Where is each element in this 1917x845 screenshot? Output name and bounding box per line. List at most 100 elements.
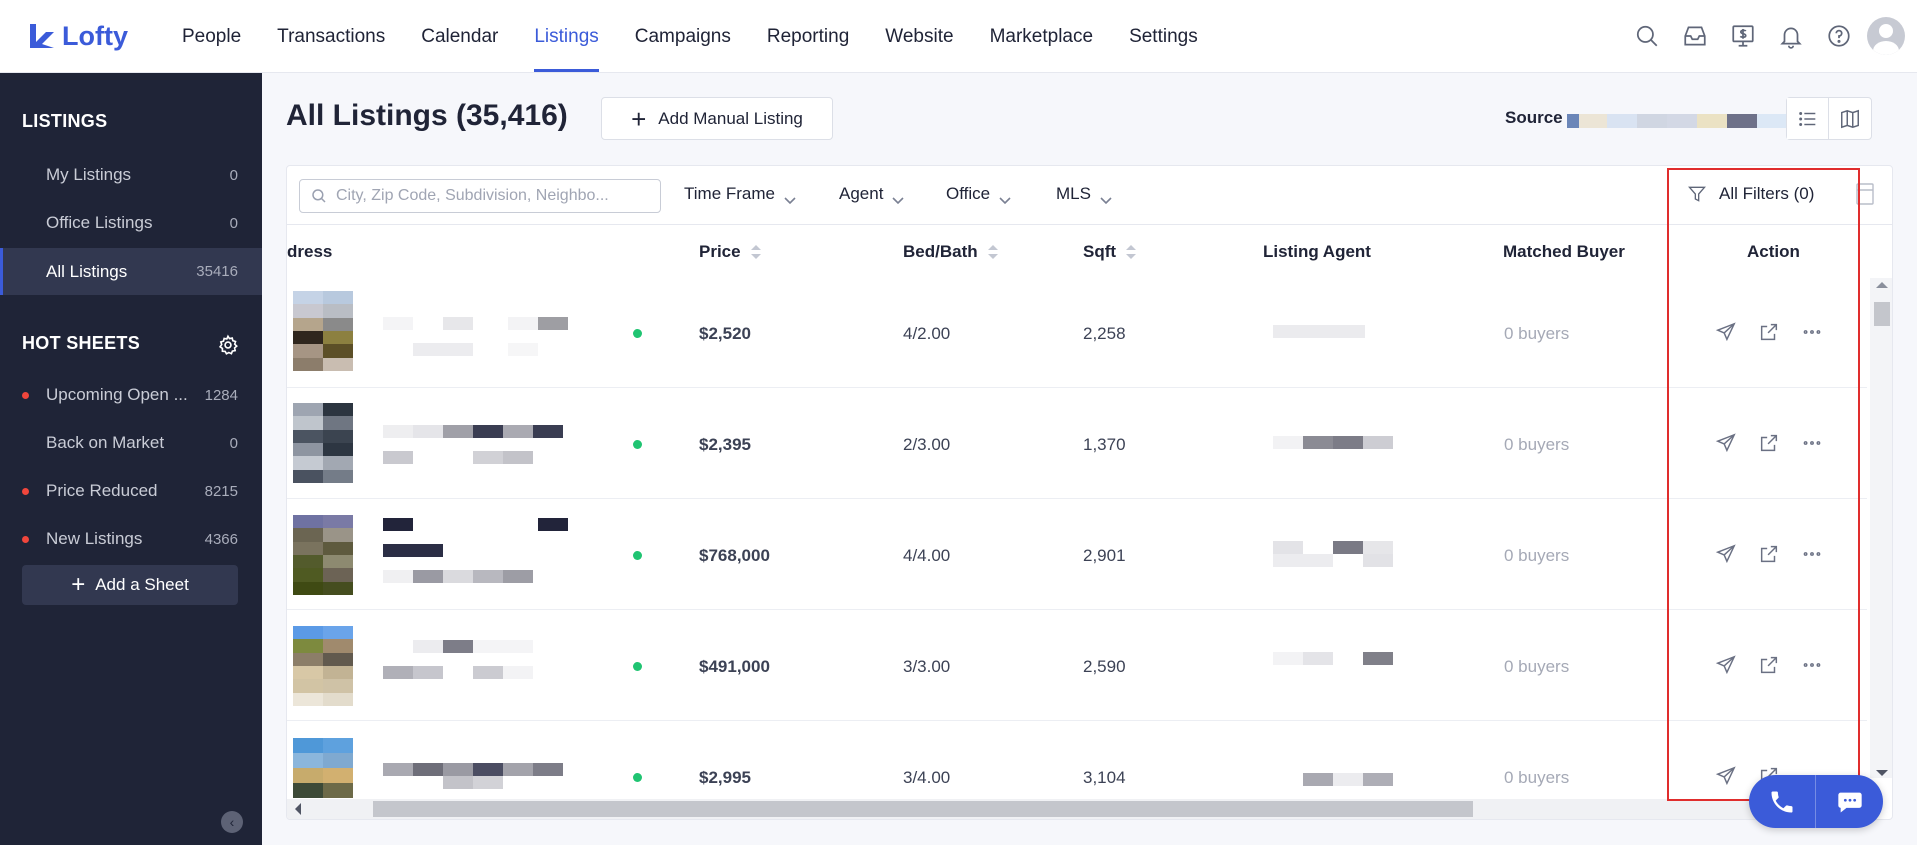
plus-icon: + — [631, 103, 647, 134]
office-filter[interactable]: Office — [946, 184, 1011, 205]
floating-contact-widget — [1749, 775, 1883, 828]
send-icon[interactable] — [1715, 765, 1739, 789]
col-header-address[interactable]: dress — [287, 242, 332, 262]
all-filters-button[interactable]: All Filters (0) — [1687, 184, 1814, 204]
listing-thumbnail[interactable] — [293, 403, 353, 483]
col-header-bedbath[interactable]: Bed/Bath — [903, 242, 998, 262]
listing-thumbnail[interactable] — [293, 626, 353, 706]
red-dot-indicator — [22, 487, 29, 495]
bedbath-cell: 4/2.00 — [903, 324, 951, 343]
sidebar-item-my-listings[interactable]: My Listings 0 — [0, 153, 262, 197]
sort-icon[interactable] — [1126, 243, 1137, 261]
status-dot — [633, 551, 642, 560]
table-row[interactable]: $491,000 3/3.00 2,590 0 buyers — [287, 610, 1867, 721]
matched-buyers-cell[interactable]: 0 buyers — [1504, 657, 1569, 677]
share-icon[interactable] — [1758, 321, 1782, 345]
more-icon[interactable] — [1801, 654, 1825, 678]
table-row[interactable]: $2,395 2/3.00 1,370 0 buyers — [287, 388, 1867, 499]
chevron-down-icon — [999, 190, 1011, 205]
send-icon[interactable] — [1715, 543, 1739, 567]
sidebar-item-new-listings[interactable]: New Listings 4366 — [0, 517, 262, 561]
more-icon[interactable] — [1801, 543, 1825, 567]
col-header-price[interactable]: Price — [699, 242, 761, 262]
nav-calendar[interactable]: Calendar — [421, 0, 498, 72]
nav-people[interactable]: People — [182, 0, 241, 72]
matched-buyers-cell[interactable]: 0 buyers — [1504, 768, 1569, 788]
more-icon[interactable] — [1801, 321, 1825, 345]
horizontal-scrollbar[interactable] — [287, 799, 1870, 819]
add-manual-listing-button[interactable]: + Add Manual Listing — [601, 97, 833, 140]
send-icon[interactable] — [1715, 432, 1739, 456]
inbox-icon[interactable] — [1675, 16, 1715, 56]
bell-icon[interactable] — [1771, 16, 1811, 56]
listing-thumbnail[interactable] — [293, 738, 353, 798]
share-icon[interactable] — [1758, 654, 1782, 678]
search-box[interactable] — [299, 179, 661, 213]
status-dot — [633, 329, 642, 338]
sort-icon[interactable] — [987, 243, 998, 261]
list-view-icon[interactable] — [1787, 98, 1830, 139]
sort-icon[interactable] — [750, 243, 761, 261]
nav-listings[interactable]: Listings — [534, 0, 600, 72]
office-label: Office — [946, 184, 991, 203]
share-icon[interactable] — [1758, 432, 1782, 456]
send-icon[interactable] — [1715, 321, 1739, 345]
collapse-sidebar-icon[interactable]: ‹ — [221, 811, 243, 833]
sidebar-item-upcoming-open[interactable]: Upcoming Open ... 1284 — [0, 373, 262, 417]
more-icon[interactable] — [1801, 432, 1825, 456]
horizontal-scroll-thumb[interactable] — [373, 801, 1473, 817]
nav-website[interactable]: Website — [885, 0, 953, 72]
send-icon[interactable] — [1715, 654, 1739, 678]
table-row[interactable]: $2,520 4/2.00 2,258 0 buyers — [287, 277, 1867, 388]
matched-buyers-cell[interactable]: 0 buyers — [1504, 324, 1569, 344]
matched-buyers-cell[interactable]: 0 buyers — [1504, 435, 1569, 455]
sidebar-item-all-listings[interactable]: All Listings 35416 — [0, 248, 262, 295]
sidebar-item-back-on-market[interactable]: Back on Market 0 — [0, 421, 262, 465]
price-cell: $2,995 — [699, 768, 751, 787]
table-row[interactable]: $768,000 4/4.00 2,901 0 buyers — [287, 499, 1867, 610]
chevron-down-icon — [892, 190, 905, 205]
map-view-icon[interactable] — [1829, 98, 1871, 139]
listing-thumbnail[interactable] — [293, 291, 353, 371]
add-sheet-button[interactable]: + Add a Sheet — [22, 565, 238, 605]
lofty-logo[interactable]: Lofty — [26, 20, 128, 52]
mls-filter[interactable]: MLS — [1056, 184, 1112, 205]
nav-reporting[interactable]: Reporting — [767, 0, 849, 72]
source-color-bar[interactable] — [1567, 114, 1787, 128]
sidebar-item-price-reduced[interactable]: Price Reduced 8215 — [0, 469, 262, 513]
chat-icon[interactable] — [1816, 775, 1883, 828]
search-icon[interactable] — [1627, 16, 1667, 56]
sidebar-item-count: 8215 — [204, 482, 238, 500]
vertical-scroll-thumb[interactable] — [1874, 302, 1890, 326]
listing-thumbnail[interactable] — [293, 515, 353, 595]
nav-marketplace[interactable]: Marketplace — [990, 0, 1094, 72]
col-header-sqft-label: Sqft — [1083, 242, 1117, 261]
export-icon[interactable] — [1855, 182, 1875, 206]
sidebar: LISTINGS My Listings 0 Office Listings 0… — [0, 73, 262, 845]
avatar[interactable] — [1867, 17, 1905, 55]
nav-settings[interactable]: Settings — [1129, 0, 1198, 72]
share-icon[interactable] — [1758, 543, 1782, 567]
funnel-icon — [1688, 186, 1706, 202]
add-sheet-label: Add a Sheet — [95, 575, 189, 594]
scroll-up-arrow[interactable] — [1876, 282, 1888, 288]
bedbath-cell: 3/3.00 — [903, 657, 951, 676]
dollar-screen-icon[interactable] — [1723, 16, 1763, 56]
scroll-left-arrow[interactable] — [295, 803, 301, 815]
sidebar-item-office-listings[interactable]: Office Listings 0 — [0, 201, 262, 245]
agent-filter[interactable]: Agent — [839, 184, 905, 205]
sidebar-item-count: 1284 — [204, 386, 238, 404]
search-input[interactable] — [336, 187, 656, 205]
matched-buyers-cell[interactable]: 0 buyers — [1504, 546, 1569, 566]
phone-icon[interactable] — [1749, 775, 1816, 828]
nav-campaigns[interactable]: Campaigns — [635, 0, 731, 72]
gear-icon[interactable] — [217, 334, 239, 356]
chevron-down-icon — [784, 190, 796, 205]
help-icon[interactable] — [1819, 16, 1859, 56]
vertical-scrollbar[interactable] — [1870, 278, 1892, 778]
col-header-listing-agent: Listing Agent — [1263, 242, 1371, 261]
nav-transactions[interactable]: Transactions — [277, 0, 385, 72]
time-frame-filter[interactable]: Time Frame — [684, 184, 796, 205]
red-dot-indicator — [22, 391, 29, 399]
col-header-sqft[interactable]: Sqft — [1083, 242, 1137, 262]
